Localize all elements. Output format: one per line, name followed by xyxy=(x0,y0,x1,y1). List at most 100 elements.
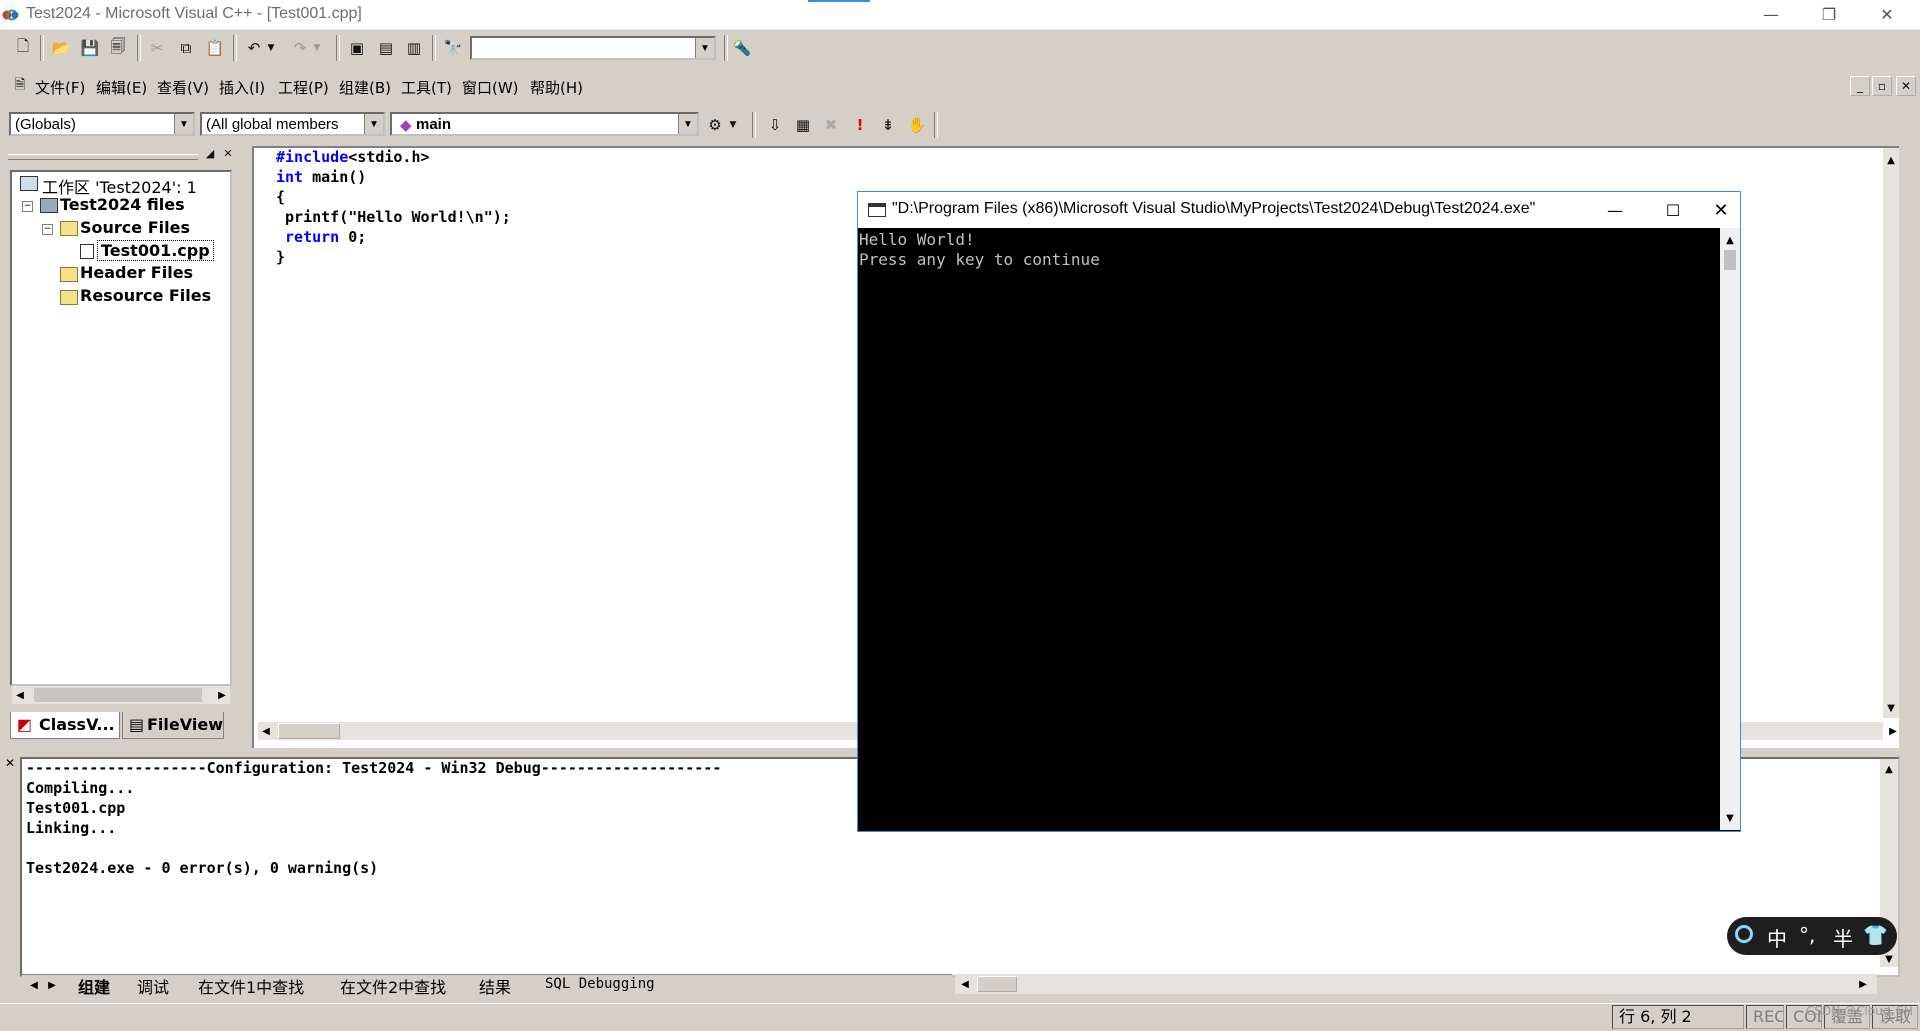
code-line-5[interactable]: return 0; xyxy=(276,228,366,246)
scroll-right-icon[interactable]: ▶ xyxy=(214,687,230,703)
ime-lang[interactable]: 中 xyxy=(1767,923,1787,952)
project-node[interactable]: Test2024 files xyxy=(60,195,185,214)
scroll-up-icon[interactable]: ▲ xyxy=(1883,152,1899,168)
ime-punct[interactable]: °, xyxy=(1799,923,1815,947)
console-title-bar[interactable]: "D:\Program Files (x86)\Microsoft Visual… xyxy=(858,192,1740,228)
source-files-folder[interactable]: Source Files xyxy=(80,218,190,237)
scroll-thumb[interactable] xyxy=(1724,250,1736,270)
scroll-thumb[interactable] xyxy=(278,723,340,739)
find-combo[interactable]: ▼ xyxy=(470,36,716,60)
members-combo[interactable]: (All global members ▼ xyxy=(200,112,385,136)
code-line-4[interactable]: printf("Hello World!\n"); xyxy=(276,208,511,226)
restore-button[interactable]: ❐ xyxy=(1800,0,1858,29)
menu-insert[interactable]: 插入(I) xyxy=(219,77,265,98)
source-file-item[interactable]: Test001.cpp xyxy=(97,240,214,261)
tab-build[interactable]: 组建 xyxy=(78,974,110,998)
redo-dropdown-icon[interactable]: ▼ xyxy=(310,36,324,60)
function-combo[interactable]: ◆ main ▼ xyxy=(390,112,699,136)
ime-toolbar[interactable]: 中 °, 半 👕 xyxy=(1727,917,1897,955)
code-line-3[interactable]: { xyxy=(276,188,285,206)
scroll-up-icon[interactable]: ▲ xyxy=(1722,232,1738,248)
tab-debug[interactable]: 调试 xyxy=(137,974,169,998)
collapse-icon[interactable]: − xyxy=(42,224,53,235)
menu-file[interactable]: 文件(F) xyxy=(35,77,85,98)
output-window-icon[interactable]: ▤ xyxy=(374,36,398,60)
scroll-right-icon[interactable]: ▶ xyxy=(1885,723,1901,739)
close-icon[interactable]: ✕ xyxy=(220,145,236,161)
header-files-folder[interactable]: Header Files xyxy=(80,263,193,282)
menu-project[interactable]: 工程(P) xyxy=(278,77,329,98)
chevron-down-icon[interactable]: ▼ xyxy=(678,114,697,134)
menu-edit[interactable]: 编辑(E) xyxy=(96,77,147,98)
scroll-thumb[interactable] xyxy=(977,976,1017,992)
editor-v-scrollbar[interactable]: ▲ ▼ xyxy=(1883,148,1899,718)
tab-find-in-files-1[interactable]: 在文件1中查找 xyxy=(198,974,304,998)
output-h-scrollbar[interactable]: ◀ ▶ xyxy=(955,974,1877,994)
tab-fileview[interactable]: ▤ FileView xyxy=(122,712,224,739)
console-close-button[interactable]: ✕ xyxy=(1702,192,1740,228)
scroll-right-icon[interactable]: ▶ xyxy=(1855,976,1871,992)
menu-tools[interactable]: 工具(T) xyxy=(401,77,452,98)
cut-icon[interactable]: ✂ xyxy=(145,36,169,60)
new-text-file-icon[interactable]: 🗋 xyxy=(11,36,35,60)
tab-find-in-files-2[interactable]: 在文件2中查找 xyxy=(340,974,446,998)
gripper[interactable] xyxy=(8,154,198,160)
tab-scroll-left-icon[interactable]: ◀ xyxy=(26,977,42,993)
open-folder-icon[interactable]: 📂 xyxy=(49,36,73,60)
wizard-action-icon[interactable]: ⚙ xyxy=(703,113,727,137)
scroll-up-icon[interactable]: ▲ xyxy=(1881,761,1897,777)
code-line-6[interactable]: } xyxy=(276,248,285,266)
resource-files-folder[interactable]: Resource Files xyxy=(80,286,211,305)
tab-scroll-right-icon[interactable]: ▶ xyxy=(44,977,60,993)
scroll-left-icon[interactable]: ◀ xyxy=(957,976,973,992)
scroll-left-icon[interactable]: ◀ xyxy=(258,723,274,739)
scroll-down-icon[interactable]: ▼ xyxy=(1883,700,1899,716)
tab-results[interactable]: 结果 xyxy=(479,974,511,998)
window-list-icon[interactable]: ▥ xyxy=(402,36,426,60)
paste-icon[interactable]: 📋 xyxy=(203,36,227,60)
stop-build-icon[interactable]: ✖ xyxy=(819,113,843,137)
search-icon[interactable]: 🔦 xyxy=(730,36,754,60)
scroll-thumb[interactable] xyxy=(34,688,202,702)
menu-build[interactable]: 组建(B) xyxy=(339,77,391,98)
undo-icon[interactable]: ↶ xyxy=(242,36,266,60)
menu-window[interactable]: 窗口(W) xyxy=(462,77,519,98)
mdi-minimize-button[interactable]: _ xyxy=(1850,76,1870,96)
undo-dropdown-icon[interactable]: ▼ xyxy=(264,36,278,60)
save-all-icon[interactable]: 🗐 xyxy=(106,36,130,60)
console-window[interactable]: "D:\Program Files (x86)\Microsoft Visual… xyxy=(857,191,1741,832)
menu-help[interactable]: 帮助(H) xyxy=(530,77,583,98)
mdi-restore-button[interactable]: ▫ xyxy=(1872,76,1892,96)
close-icon[interactable]: ✕ xyxy=(2,756,18,776)
workspace-h-scrollbar[interactable]: ◀ ▶ xyxy=(12,686,230,704)
code-line-1[interactable]: #include<stdio.h> xyxy=(276,148,430,166)
mdi-close-button[interactable]: ✕ xyxy=(1896,76,1916,96)
scope-combo[interactable]: (Globals) ▼ xyxy=(9,112,195,136)
menu-view[interactable]: 查看(V) xyxy=(157,77,209,98)
build-icon[interactable]: ▦ xyxy=(791,113,815,137)
scroll-left-icon[interactable]: ◀ xyxy=(12,687,28,703)
tab-sql-debugging[interactable]: SQL Debugging xyxy=(545,976,655,992)
compile-icon[interactable]: ⇩ xyxy=(763,113,787,137)
redo-icon[interactable]: ↷ xyxy=(288,36,312,60)
collapse-icon[interactable]: − xyxy=(22,201,33,212)
execute-icon[interactable]: ! xyxy=(848,113,872,137)
wizard-dropdown-icon[interactable]: ▼ xyxy=(726,113,740,137)
chevron-down-icon[interactable]: ▼ xyxy=(695,38,714,58)
code-line-2[interactable]: int main() xyxy=(276,168,366,186)
find-in-files-icon[interactable]: 🔭 xyxy=(441,36,465,60)
console-maximize-button[interactable]: ☐ xyxy=(1644,192,1702,228)
close-button[interactable]: ✕ xyxy=(1858,0,1916,29)
ime-width[interactable]: 半 xyxy=(1833,923,1853,952)
workspace-window-icon[interactable]: ▣ xyxy=(345,36,369,60)
ime-skin-icon[interactable]: 👕 xyxy=(1863,923,1888,947)
dock-icon[interactable]: ◢ xyxy=(202,145,218,161)
breakpoint-hand-icon[interactable]: ✋ xyxy=(905,113,929,137)
console-v-scrollbar[interactable]: ▲ ▼ xyxy=(1720,228,1740,830)
copy-icon[interactable]: ⧉ xyxy=(174,36,198,60)
save-icon[interactable]: 💾 xyxy=(78,36,102,60)
chevron-down-icon[interactable]: ▼ xyxy=(364,114,383,134)
scroll-down-icon[interactable]: ▼ xyxy=(1722,810,1738,826)
minimize-button[interactable]: — xyxy=(1742,0,1800,29)
go-icon[interactable]: ⇟ xyxy=(876,113,900,137)
